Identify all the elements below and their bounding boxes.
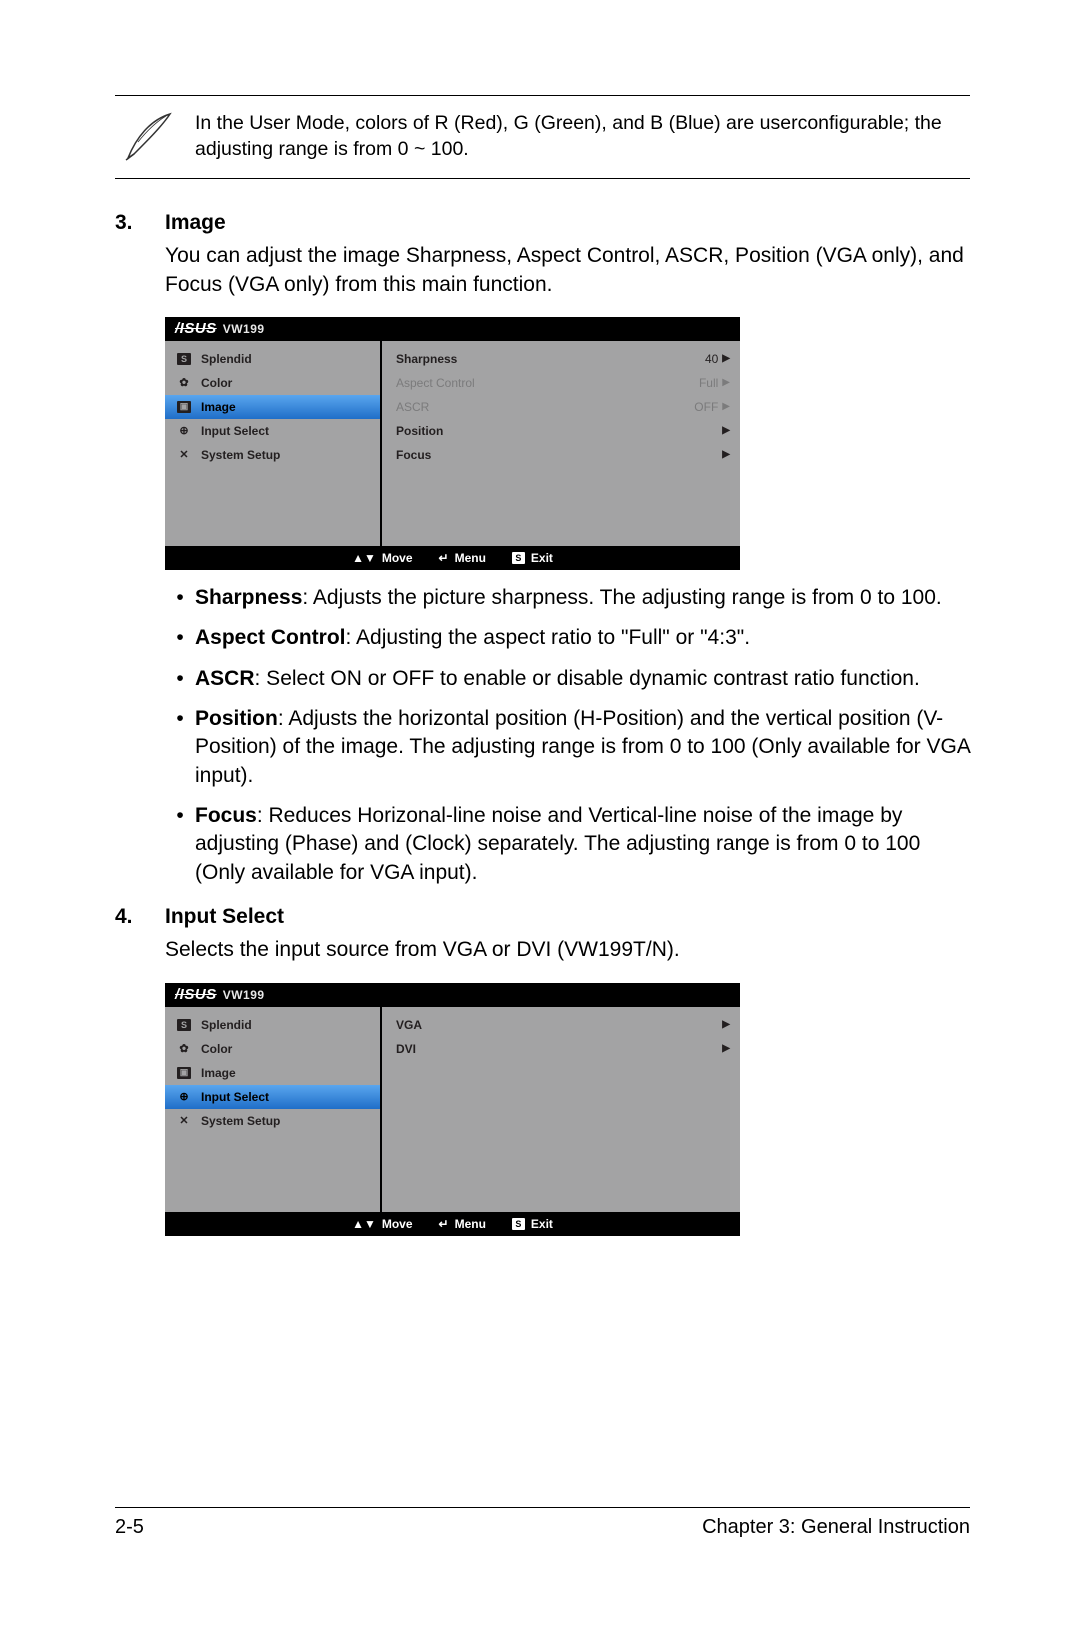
bullet-sharpness: •Sharpness: Adjusts the picture sharpnes… bbox=[165, 584, 970, 612]
menu-item-image[interactable]: ▣Image bbox=[165, 1061, 380, 1085]
osd-footer: ▲▼Move ↵Menu SExit bbox=[165, 1212, 740, 1236]
chevron-right-icon: ▶ bbox=[722, 1019, 730, 1030]
osd-menu: SSplendid ✿Color ▣Image ⊕Input Select ✕S… bbox=[165, 1007, 380, 1212]
chevron-right-icon: ▶ bbox=[722, 425, 730, 436]
osd-footer: ▲▼Move ↵Menu SExit bbox=[165, 546, 740, 570]
brand-logo: /ISUS bbox=[175, 320, 223, 337]
menu-item-splendid[interactable]: SSplendid bbox=[165, 1013, 380, 1037]
option-aspect-control[interactable]: Aspect ControlFull▶ bbox=[396, 371, 730, 395]
updown-icon: ▲▼ bbox=[352, 551, 376, 565]
note-block: In the User Mode, colors of R (Red), G (… bbox=[115, 95, 970, 179]
note-text: In the User Mode, colors of R (Red), G (… bbox=[185, 110, 970, 163]
chevron-right-icon: ▶ bbox=[722, 401, 730, 412]
s-button-icon: S bbox=[512, 552, 525, 564]
footer-move: ▲▼Move bbox=[352, 551, 412, 565]
input-icon: ⊕ bbox=[175, 424, 193, 438]
footer-menu: ↵Menu bbox=[439, 551, 486, 565]
option-ascr[interactable]: ASCROFF▶ bbox=[396, 395, 730, 419]
osd-options: VGA▶ DVI▶ bbox=[380, 1007, 740, 1212]
osd-model: VW199 bbox=[223, 322, 265, 336]
osd-header: /ISUS VW199 bbox=[165, 983, 740, 1007]
bullet-list: •Sharpness: Adjusts the picture sharpnes… bbox=[165, 584, 970, 887]
osd-header: /ISUS VW199 bbox=[165, 317, 740, 341]
section-input-select: 4. Input Select Selects the input source… bbox=[115, 903, 970, 965]
menu-item-color[interactable]: ✿Color bbox=[165, 371, 380, 395]
osd-input-select-screenshot: /ISUS VW199 SSplendid ✿Color ▣Image ⊕Inp… bbox=[165, 983, 970, 1236]
chevron-right-icon: ▶ bbox=[722, 353, 730, 364]
menu-item-system-setup[interactable]: ✕System Setup bbox=[165, 1109, 380, 1133]
section-description: Selects the input source from VGA or DVI… bbox=[165, 936, 970, 964]
quill-icon bbox=[115, 108, 185, 164]
s-button-icon: S bbox=[512, 1218, 525, 1230]
footer-menu: ↵Menu bbox=[439, 1217, 486, 1231]
section-number: 3. bbox=[115, 209, 165, 299]
menu-item-color[interactable]: ✿Color bbox=[165, 1037, 380, 1061]
section-number: 4. bbox=[115, 903, 165, 965]
chevron-right-icon: ▶ bbox=[722, 1043, 730, 1054]
menu-item-input-select[interactable]: ⊕Input Select bbox=[165, 419, 380, 443]
input-icon: ⊕ bbox=[175, 1090, 193, 1104]
option-vga[interactable]: VGA▶ bbox=[396, 1013, 730, 1037]
image-icon: ▣ bbox=[175, 1066, 193, 1080]
chevron-right-icon: ▶ bbox=[722, 377, 730, 388]
option-dvi[interactable]: DVI▶ bbox=[396, 1037, 730, 1061]
menu-item-system-setup[interactable]: ✕System Setup bbox=[165, 443, 380, 467]
system-icon: ✕ bbox=[175, 448, 193, 462]
updown-icon: ▲▼ bbox=[352, 1217, 376, 1231]
section-title: Input Select bbox=[165, 903, 970, 930]
splendid-icon: S bbox=[175, 352, 193, 366]
system-icon: ✕ bbox=[175, 1114, 193, 1128]
color-icon: ✿ bbox=[175, 376, 193, 390]
image-icon: ▣ bbox=[175, 400, 193, 414]
osd-options: Sharpness40▶ Aspect ControlFull▶ ASCROFF… bbox=[380, 341, 740, 546]
page-footer: 2-5 Chapter 3: General Instruction bbox=[115, 1507, 970, 1539]
splendid-icon: S bbox=[175, 1018, 193, 1032]
option-focus[interactable]: Focus▶ bbox=[396, 443, 730, 467]
footer-exit: SExit bbox=[512, 551, 553, 565]
bullet-ascr: •ASCR: Select ON or OFF to enable or dis… bbox=[165, 665, 970, 693]
section-image: 3. Image You can adjust the image Sharpn… bbox=[115, 209, 970, 299]
brand-logo: /ISUS bbox=[175, 986, 223, 1003]
bullet-position: •Position: Adjusts the horizontal positi… bbox=[165, 705, 970, 790]
option-position[interactable]: Position▶ bbox=[396, 419, 730, 443]
menu-item-input-select[interactable]: ⊕Input Select bbox=[165, 1085, 380, 1109]
color-icon: ✿ bbox=[175, 1042, 193, 1056]
enter-icon: ↵ bbox=[439, 551, 449, 565]
menu-item-image[interactable]: ▣Image bbox=[165, 395, 380, 419]
bullet-aspect-control: •Aspect Control: Adjusting the aspect ra… bbox=[165, 624, 970, 652]
page-number: 2-5 bbox=[115, 1516, 144, 1539]
section-title: Image bbox=[165, 209, 970, 236]
osd-image-screenshot: /ISUS VW199 SSplendid ✿Color ▣Image ⊕Inp… bbox=[165, 317, 970, 570]
bullet-focus: •Focus: Reduces Horizonal-line noise and… bbox=[165, 802, 970, 887]
footer-move: ▲▼Move bbox=[352, 1217, 412, 1231]
osd-menu: SSplendid ✿Color ▣Image ⊕Input Select ✕S… bbox=[165, 341, 380, 546]
osd-model: VW199 bbox=[223, 988, 265, 1002]
option-sharpness[interactable]: Sharpness40▶ bbox=[396, 347, 730, 371]
chevron-right-icon: ▶ bbox=[722, 449, 730, 460]
enter-icon: ↵ bbox=[439, 1217, 449, 1231]
footer-exit: SExit bbox=[512, 1217, 553, 1231]
section-description: You can adjust the image Sharpness, Aspe… bbox=[165, 242, 970, 299]
chapter-label: Chapter 3: General Instruction bbox=[702, 1516, 970, 1539]
menu-item-splendid[interactable]: SSplendid bbox=[165, 347, 380, 371]
